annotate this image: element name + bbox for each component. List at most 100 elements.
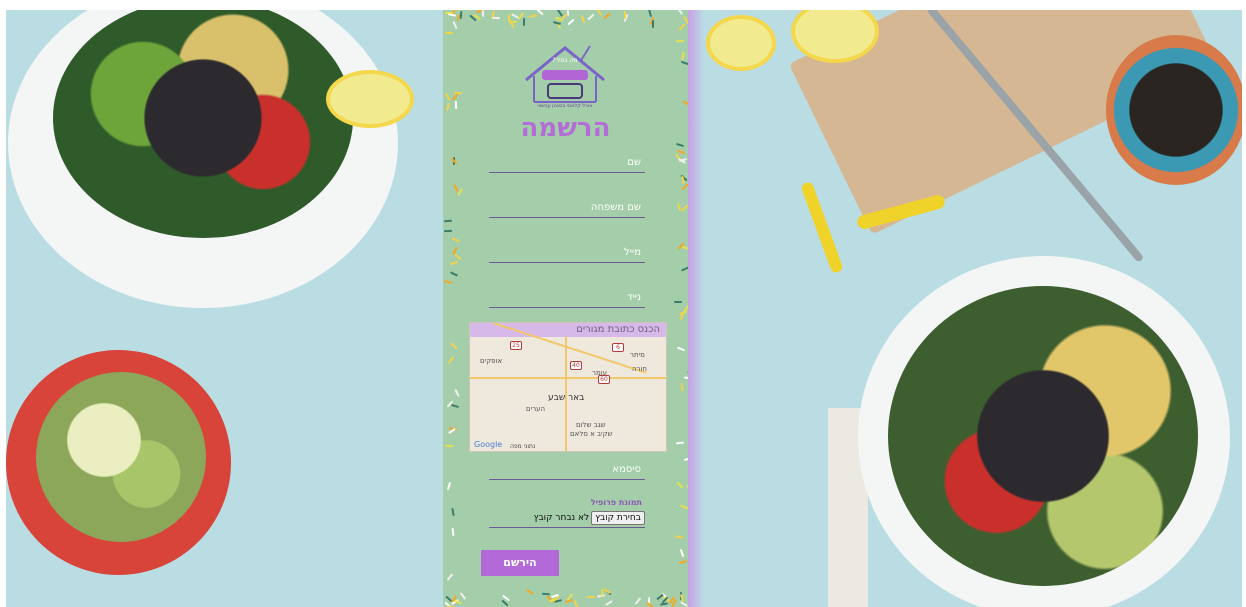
sprinkle: [443, 219, 452, 223]
sprinkle: [595, 10, 602, 17]
sprinkle: [678, 23, 686, 32]
map-city-label: אופקים: [480, 357, 503, 365]
sprinkle: [491, 17, 501, 20]
sprinkle: [676, 480, 683, 489]
sprinkle: [444, 444, 453, 448]
sprinkle: [445, 103, 451, 112]
sprinkle: [452, 21, 458, 30]
salad-bowl-image: [6, 350, 231, 575]
sprinkle: [454, 253, 463, 261]
first-name-field[interactable]: שם: [489, 150, 645, 173]
sprinkle: [445, 32, 454, 35]
sprinkle: [459, 592, 466, 600]
sprinkle: [447, 573, 454, 582]
sprinkle: [451, 403, 460, 408]
sprinkle: [459, 10, 463, 19]
sprinkle: [678, 559, 687, 564]
sprinkle: [634, 597, 642, 605]
pepper-slice-image: [800, 180, 844, 275]
email-field[interactable]: מייל: [489, 240, 645, 263]
salad-plate-image: [8, 10, 398, 308]
sprinkle: [452, 92, 459, 101]
sprinkle: [679, 548, 684, 557]
sprinkle: [680, 204, 688, 212]
sprinkle: [447, 356, 455, 365]
password-label: סיסמא: [612, 464, 641, 475]
sprinkle: [573, 600, 580, 607]
route-badge: 6: [612, 343, 624, 352]
phone-label: נייד: [627, 292, 641, 303]
sprinkle: [586, 596, 595, 599]
map-view[interactable]: 25 40 6 60 באר שבע עומר אופקים מיתר חורה…: [470, 322, 666, 451]
sprinkle: [443, 230, 452, 233]
sprinkle: [674, 300, 682, 303]
sprinkle: [567, 18, 575, 26]
map-city-label: באר שבע: [548, 393, 585, 403]
sprinkle: [451, 527, 455, 536]
map-city-label: עומר: [592, 369, 607, 377]
bean-bowl-image: [1106, 35, 1242, 185]
sprinkle: [680, 504, 688, 510]
registration-panel: מה בסיר? אוכל קלאסי בסגנון עכשווי הרשמה …: [443, 10, 688, 607]
sprinkle: [603, 13, 611, 20]
sprinkle: [675, 142, 684, 147]
phone-field[interactable]: נייד: [489, 285, 645, 308]
map-city-label: שגב שלום: [576, 421, 606, 429]
sprinkle: [683, 376, 688, 380]
sprinkle: [677, 149, 686, 155]
sprinkle: [450, 342, 458, 350]
panel-edge-glow: [688, 10, 704, 607]
route-badge: 25: [510, 341, 522, 350]
sprinkle: [660, 602, 669, 606]
choose-file-button[interactable]: בחירת קובץ: [591, 511, 645, 525]
sprinkle: [681, 100, 688, 106]
salad-plate-image: [858, 256, 1230, 607]
sprinkle: [451, 237, 460, 243]
route-badge: 40: [570, 361, 582, 370]
map-city-label: חורה: [632, 365, 648, 373]
sprinkle: [529, 13, 538, 18]
sprinkle: [447, 482, 452, 491]
page-title: הרשמה: [520, 113, 611, 143]
sprinkle: [676, 39, 685, 43]
sprinkle: [445, 92, 452, 101]
sprinkle: [449, 271, 458, 277]
map-city-label: הערים: [526, 405, 546, 413]
sprinkle: [683, 15, 688, 24]
sprinkle: [453, 599, 462, 605]
sprinkle: [681, 60, 688, 65]
map-provider-logo: Google: [474, 440, 503, 449]
sprinkle: [450, 260, 459, 265]
sprinkle: [451, 507, 455, 516]
sprinkle: [676, 346, 685, 352]
password-field[interactable]: סיסמא: [489, 457, 645, 480]
register-button[interactable]: הירשם: [481, 550, 559, 576]
sprinkle: [444, 279, 453, 284]
sprinkle: [651, 20, 654, 29]
map-footer-text: נתוני מפה: [510, 443, 536, 450]
sprinkle: [522, 18, 525, 27]
profile-picture-label: תמונת פרופיל: [590, 498, 642, 507]
address-map[interactable]: הכנס כתובת מגורים 25 40 6 60 באר שבע עומ…: [469, 322, 667, 452]
last-name-field[interactable]: שם משפחה: [489, 195, 645, 218]
sprinkle: [681, 265, 688, 272]
sprinkle: [526, 589, 535, 596]
sprinkle: [684, 457, 688, 462]
sprinkle: [455, 101, 458, 110]
sprinkle: [676, 10, 683, 15]
sprinkle: [557, 10, 564, 18]
sprinkle: [681, 183, 688, 191]
lemon-slice-image: [706, 15, 776, 71]
sprinkle: [454, 388, 460, 397]
sprinkle: [680, 600, 688, 607]
sprinkle: [542, 592, 551, 596]
map-city-label: מיתר: [630, 351, 645, 359]
lemon-slice-image: [326, 70, 414, 128]
sprinkle: [681, 245, 688, 250]
last-name-label: שם משפחה: [590, 202, 641, 213]
sprinkle: [680, 383, 684, 392]
profile-picture-input[interactable]: בחירת קובץ לא נבחר קובץ: [489, 509, 645, 528]
map-city-label: שקיב א סלאם: [570, 430, 613, 438]
sprinkle: [677, 202, 682, 212]
sprinkle: [604, 600, 613, 607]
